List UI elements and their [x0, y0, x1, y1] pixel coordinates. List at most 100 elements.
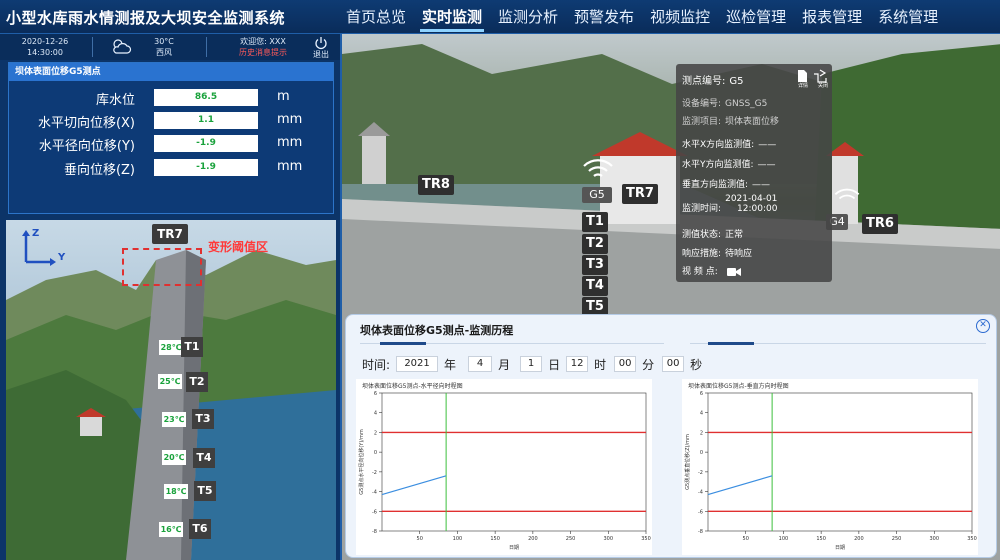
- year-input[interactable]: 2021: [396, 356, 439, 372]
- video-row: 视 频 点:: [682, 264, 741, 277]
- z-label: 垂直方向监测值:: [682, 180, 749, 190]
- time-date: 2021-04-01: [725, 194, 778, 204]
- divider: [92, 37, 93, 57]
- y-tick-label: 0: [374, 450, 377, 456]
- top-bar: 小型水库雨水情测报及大坝安全监测系统 首页总览 实时监测 监测分析 预警发布 视…: [0, 0, 1000, 34]
- axis-y-label: Y: [58, 252, 66, 263]
- nav-analysis[interactable]: 监测分析: [490, 0, 566, 34]
- sensor-tag-t2[interactable]: T2: [582, 234, 608, 254]
- weather: 30°C 西风: [142, 36, 186, 58]
- tag-tr8[interactable]: TR8: [418, 175, 454, 195]
- y-tick-label: -6: [372, 509, 377, 515]
- x-tick-label: 100: [779, 536, 789, 542]
- x-tick-label: 300: [930, 536, 940, 542]
- chart-card-vertical: 坝体表面位移G5测点-垂直方向时程图 -8 -6 -4 -2 0 2 4 6 50 100 150 2…: [682, 379, 978, 555]
- chart-vertical: -8 -6 -4 -2 0 2 4 6 50 100 150 200 250 300 350 日期 G5测点垂直…: [684, 391, 977, 551]
- tag-tr6[interactable]: TR6: [862, 214, 898, 234]
- temp-tag: 28℃: [159, 340, 183, 355]
- time-label: 时间:: [362, 357, 391, 372]
- sensor-tag-t4[interactable]: T4: [193, 448, 215, 468]
- app-title: 小型水库雨水情测报及大坝安全监测系统: [6, 9, 286, 27]
- chart-card-horizontal: 坝体表面位移G5测点-水平径向时程图 -8 -6 -4 -2 0 2 4 6 50 100 150 2…: [356, 379, 652, 555]
- welcome-text: 欢迎您: XXX: [240, 37, 286, 46]
- measure-label: 库水位: [95, 93, 135, 108]
- x-tick-label: 350: [641, 536, 651, 542]
- x-value: ——: [758, 140, 777, 150]
- sensor-tag-t4[interactable]: T4: [582, 276, 608, 296]
- nav-system[interactable]: 系统管理: [870, 0, 946, 34]
- dam-3d-view[interactable]: Z Y TR7 变形阈值区 28℃ T1 25℃ T2 23℃ T3 20℃ T…: [6, 220, 336, 560]
- x-tick-label: 150: [490, 536, 500, 542]
- detail-label[interactable]: 详情: [798, 82, 808, 89]
- time-clock: 12:00:00: [737, 204, 778, 214]
- history-panel: 坝体表面位移G5测点-监测历程 ✕ 时间: 2021 年 4 月 1 日 12 …: [345, 314, 997, 558]
- x-tick-label: 50: [743, 536, 749, 542]
- share-icon[interactable]: [814, 69, 827, 83]
- app-root: 小型水库雨水情测报及大坝安全监测系统 首页总览 实时监测 监测分析 预警发布 视…: [0, 0, 1000, 560]
- measure-unit: mm: [277, 112, 303, 127]
- sensor-tag-t2[interactable]: T2: [186, 372, 208, 392]
- nav-video[interactable]: 视频监控: [642, 0, 718, 34]
- status-label: 测值状态:: [682, 230, 722, 240]
- divider: [206, 37, 207, 57]
- y-tick-label: -6: [698, 509, 703, 515]
- sensor-tag-t3[interactable]: T3: [192, 409, 214, 429]
- year-unit: 年: [444, 357, 457, 372]
- tag-g5[interactable]: G5: [582, 187, 612, 203]
- measure-row-x: 水平切向位移(X) 1.1 mm: [9, 110, 335, 132]
- video-camera-icon[interactable]: [726, 267, 741, 277]
- message-link[interactable]: 历史消息提示: [226, 47, 300, 58]
- tr7-tag[interactable]: TR7: [152, 224, 188, 244]
- x-tick-label: 200: [528, 536, 538, 542]
- tab-indicator: [708, 342, 754, 345]
- tag-tr7[interactable]: TR7: [622, 184, 658, 204]
- day-input[interactable]: 1: [520, 356, 543, 372]
- user-info: 欢迎您: XXX 历史消息提示: [226, 36, 300, 58]
- minute-unit: 分: [642, 357, 655, 372]
- time-selector: 时间: 2021 年 4 月 1 日 12 时 00 分 00 秒: [360, 355, 704, 373]
- sensor-tag-t6[interactable]: T6: [189, 519, 211, 539]
- point-code-label: 测点编号:: [682, 76, 726, 87]
- sensor-tag-t1[interactable]: T1: [582, 212, 608, 232]
- close-label[interactable]: 关闭: [818, 82, 828, 89]
- second-unit: 秒: [690, 357, 703, 372]
- nav-inspection[interactable]: 巡检管理: [718, 0, 794, 34]
- measure-value: -1.9: [154, 159, 258, 176]
- device-value: GNSS_G5: [725, 99, 768, 109]
- item-label: 监测项目:: [682, 117, 722, 127]
- x-tick-label: 250: [566, 536, 576, 542]
- nav-warning[interactable]: 预警发布: [566, 0, 642, 34]
- temp-tag: 16℃: [159, 522, 183, 537]
- detail-icon[interactable]: [798, 70, 807, 82]
- chart-horizontal: -8 -6 -4 -2 0 2 4 6 50 100 150 200 250 300 350 日期 G5测点水平…: [358, 391, 651, 551]
- second-input[interactable]: 00: [662, 356, 685, 372]
- y-label: 水平Y方向监测值:: [682, 160, 754, 170]
- nav-realtime[interactable]: 实时监测: [414, 0, 490, 34]
- measure-unit: mm: [277, 159, 303, 174]
- y-tick-label: 2: [700, 430, 703, 436]
- series-line: [381, 475, 447, 496]
- y-tick-label: 4: [374, 411, 377, 417]
- sensor-tag-t1[interactable]: T1: [181, 337, 203, 357]
- nav-report[interactable]: 报表管理: [794, 0, 870, 34]
- sensor-tag-t3[interactable]: T3: [582, 255, 608, 275]
- temp-tag: 23℃: [162, 412, 186, 427]
- datetime: 2020-12-26 14:30:00: [10, 36, 80, 58]
- measure-label: 水平径向位移(Y): [38, 139, 135, 154]
- month-unit: 月: [498, 357, 511, 372]
- sensor-tag-t5[interactable]: T5: [194, 481, 216, 501]
- axis-gizmo: [22, 230, 56, 266]
- close-icon[interactable]: ✕: [976, 319, 990, 333]
- month-input[interactable]: 4: [468, 356, 493, 372]
- y-tick-label: -2: [698, 470, 703, 476]
- x-tick-label: 200: [854, 536, 864, 542]
- measure-panel: 坝体表面位移G5测点 库水位 86.5 m 水平切向位移(X) 1.1 mm 水…: [8, 62, 334, 214]
- time-label: 监测时间:: [682, 204, 722, 214]
- nav-home[interactable]: 首页总览: [338, 0, 414, 34]
- x-tick-label: 350: [967, 536, 977, 542]
- hour-input[interactable]: 12: [566, 356, 589, 372]
- minute-input[interactable]: 00: [614, 356, 637, 372]
- power-icon[interactable]: [314, 36, 328, 50]
- logout-label[interactable]: 退出: [310, 49, 332, 60]
- temp-tag: 18℃: [164, 484, 188, 499]
